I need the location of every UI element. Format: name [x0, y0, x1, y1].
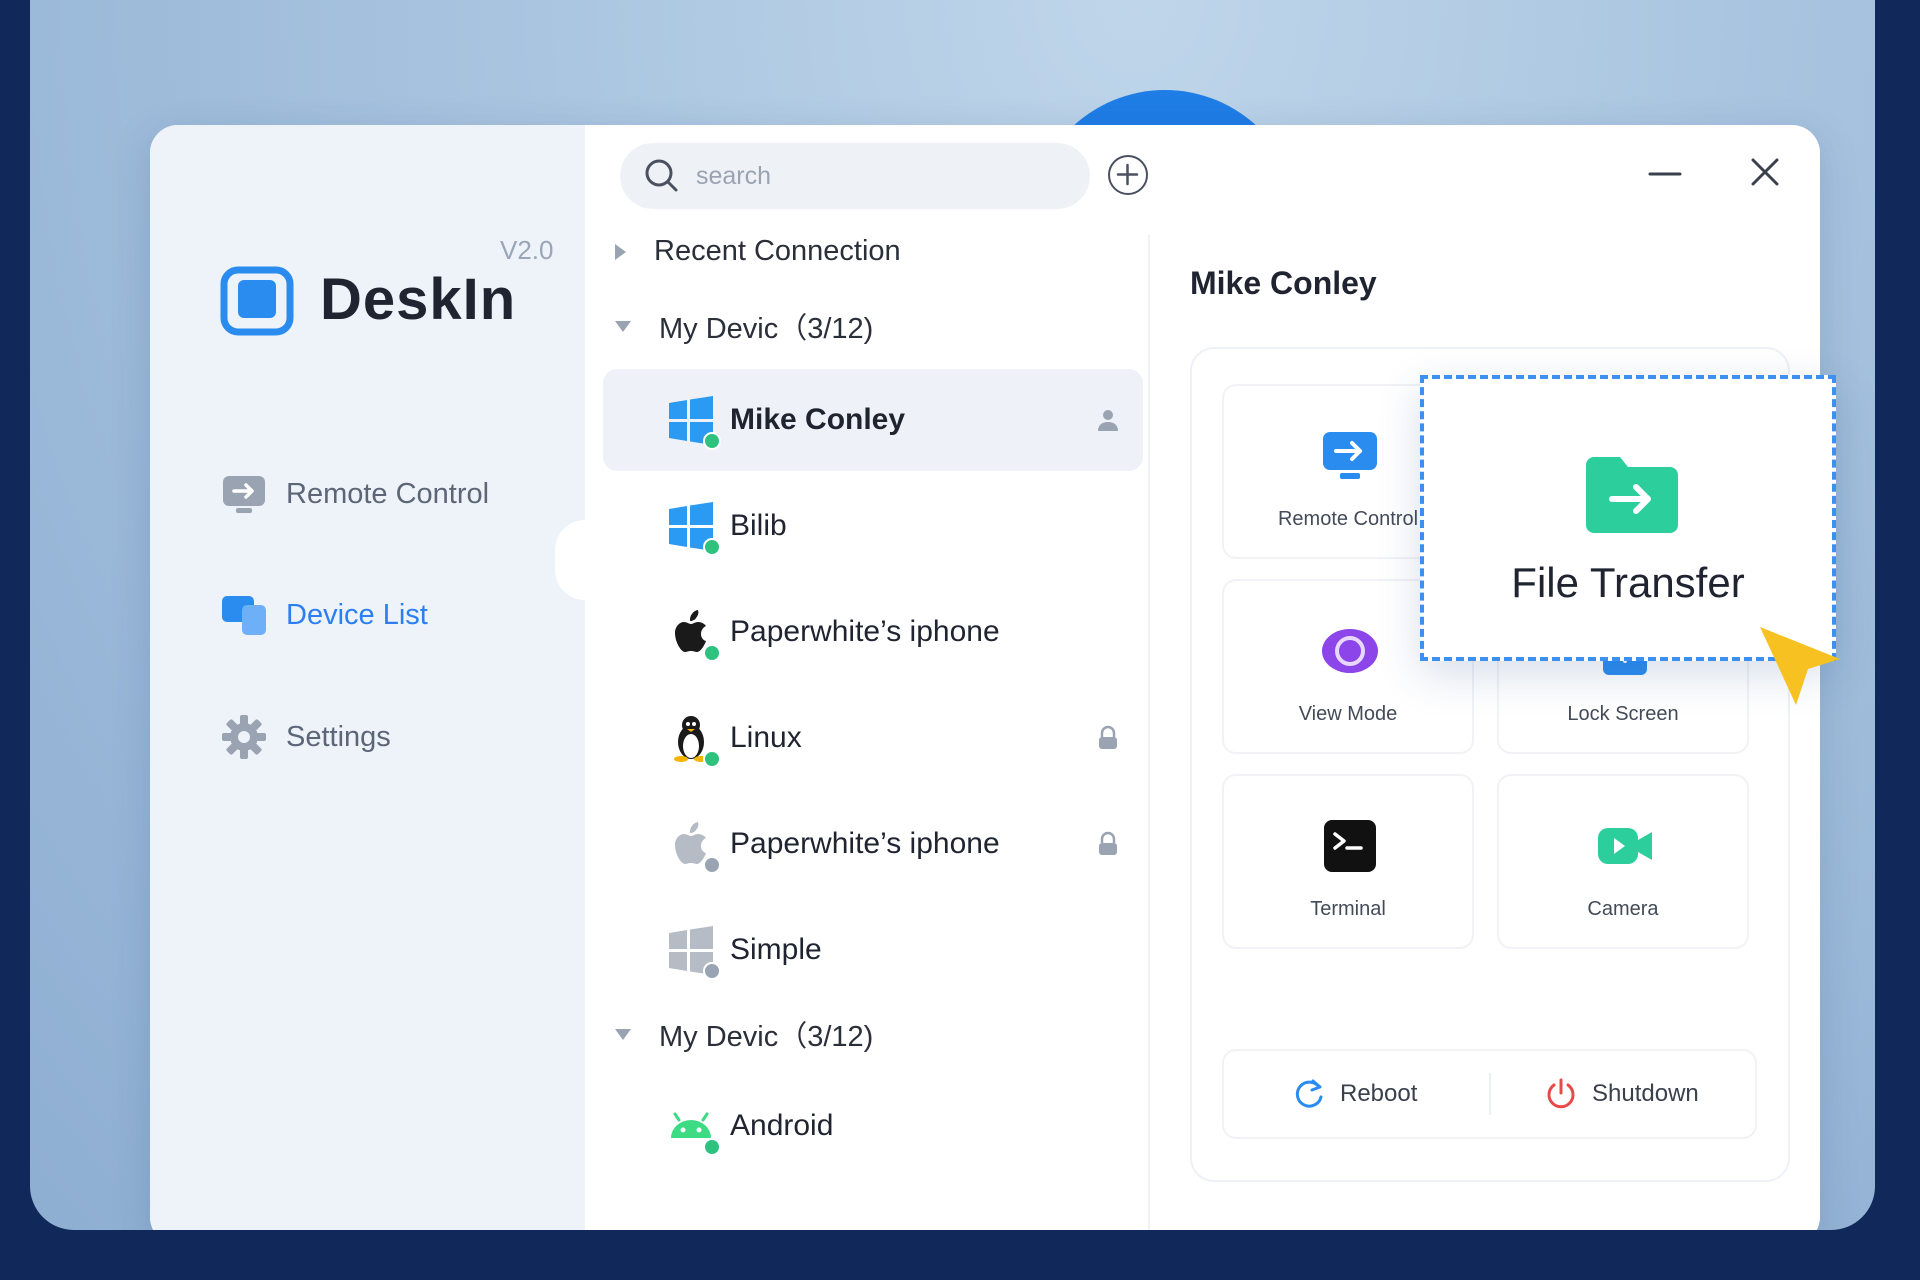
search-bar — [620, 143, 1090, 209]
device-item-mike-conley[interactable]: Mike Conley — [603, 369, 1143, 471]
action-label: Shutdown — [1592, 1080, 1699, 1107]
tile-label: Camera — [1587, 898, 1659, 920]
tile-label: Lock Screen — [1567, 703, 1679, 725]
linux-icon — [665, 712, 721, 768]
tile-label: View Mode — [1298, 703, 1398, 725]
group-my-devices[interactable]: My Devic（3/12) — [615, 305, 873, 347]
tile-label: Terminal — [1310, 898, 1386, 920]
action-divider — [1489, 1073, 1491, 1115]
group-label: My Devic（3/12) — [659, 1021, 874, 1053]
group-label: My Devic（3/12) — [659, 313, 874, 345]
device-list-panel: Recent Connection My Devic（3/12) Mike Co… — [585, 235, 1150, 1230]
power-actions-bar: Reboot Shutdown — [1222, 1049, 1757, 1139]
tile-camera[interactable]: Camera — [1497, 774, 1749, 949]
device-list-icon — [220, 591, 268, 639]
remote-control-icon — [220, 470, 268, 518]
deskin-logo-icon — [220, 260, 298, 338]
gear-icon — [220, 713, 268, 761]
file-transfer-tile[interactable]: File Transfer — [1420, 375, 1836, 661]
app-logo: DeskIn — [220, 260, 516, 338]
online-status-dot — [703, 1138, 721, 1156]
online-status-dot — [703, 750, 721, 768]
caret-right-icon — [615, 243, 626, 260]
device-name: Linux — [730, 721, 802, 754]
add-device-button[interactable] — [1108, 155, 1148, 195]
action-label: Reboot — [1340, 1080, 1418, 1107]
reboot-icon — [1295, 1079, 1323, 1108]
app-window: V2.0 DeskIn Remote Control Device List S… — [150, 125, 1820, 1230]
group-label: Recent Connection — [654, 235, 901, 267]
folder-transfer-icon — [1586, 457, 1678, 533]
sidebar-item-remote-control[interactable]: Remote Control — [220, 470, 489, 518]
search-icon — [645, 159, 678, 192]
offline-status-dot — [703, 962, 721, 980]
device-name: Bilib — [730, 509, 787, 542]
offline-status-dot — [703, 856, 721, 874]
sidebar-item-label: Settings — [286, 720, 391, 753]
device-name: Android — [730, 1109, 834, 1142]
app-name: DeskIn — [320, 266, 517, 332]
cursor-pointer-icon — [1760, 627, 1840, 705]
camera-icon — [1598, 828, 1652, 864]
sidebar-item-device-list[interactable]: Device List — [220, 591, 428, 639]
lock-icon — [1099, 725, 1117, 749]
user-icon — [1098, 410, 1118, 431]
device-name: Mike Conley — [730, 403, 906, 436]
online-status-dot — [703, 644, 721, 662]
eye-icon — [1322, 629, 1378, 673]
device-item-bilib[interactable]: Bilib — [603, 475, 1143, 577]
device-item-linux[interactable]: Linux — [603, 687, 1143, 789]
minimize-button[interactable] — [1640, 147, 1690, 197]
close-icon — [1751, 158, 1779, 186]
device-name: Simple — [730, 933, 822, 966]
reboot-button[interactable]: Reboot — [1292, 1051, 1417, 1137]
device-item-simple[interactable]: Simple — [603, 899, 1143, 1001]
online-status-dot — [703, 538, 721, 556]
device-name: Paperwhite’s iphone — [730, 615, 1000, 648]
caret-down-icon — [615, 1028, 631, 1040]
windows-icon — [665, 924, 721, 980]
minimize-icon — [1648, 172, 1682, 176]
sidebar-item-label: Device List — [286, 598, 428, 631]
device-item-android[interactable]: Android — [603, 1075, 1143, 1177]
sidebar: V2.0 DeskIn Remote Control Device List S… — [150, 125, 585, 1230]
active-nav-notch — [555, 520, 585, 600]
sidebar-item-settings[interactable]: Settings — [220, 713, 391, 761]
search-input[interactable] — [694, 160, 1058, 192]
power-icon — [1547, 1078, 1575, 1109]
device-item-paperwhite-iphone-2[interactable]: Paperwhite’s iphone — [603, 793, 1143, 895]
device-item-paperwhite-iphone[interactable]: Paperwhite’s iphone — [603, 581, 1143, 683]
remote-control-icon — [1323, 432, 1377, 479]
close-button[interactable] — [1740, 147, 1790, 197]
windows-icon — [665, 394, 721, 450]
apple-icon — [665, 606, 721, 662]
terminal-icon — [1324, 820, 1376, 872]
file-transfer-label: File Transfer — [1511, 559, 1745, 606]
online-status-dot — [703, 432, 721, 450]
android-icon — [665, 1100, 721, 1156]
sidebar-item-label: Remote Control — [286, 477, 490, 510]
group-my-devices-2[interactable]: My Devic（3/12) — [615, 1013, 873, 1055]
windows-icon — [665, 500, 721, 556]
background-stage: V2.0 DeskIn Remote Control Device List S… — [30, 0, 1875, 1230]
lock-icon — [1099, 831, 1117, 855]
group-recent-connection[interactable]: Recent Connection — [615, 235, 901, 268]
apple-icon — [665, 818, 721, 874]
tile-terminal[interactable]: Terminal — [1222, 774, 1474, 949]
device-detail-title: Mike Conley — [1190, 265, 1377, 301]
plus-icon — [1116, 163, 1139, 186]
device-name: Paperwhite’s iphone — [730, 827, 1000, 860]
shutdown-button[interactable]: Shutdown — [1544, 1051, 1699, 1137]
caret-down-icon — [615, 320, 631, 332]
